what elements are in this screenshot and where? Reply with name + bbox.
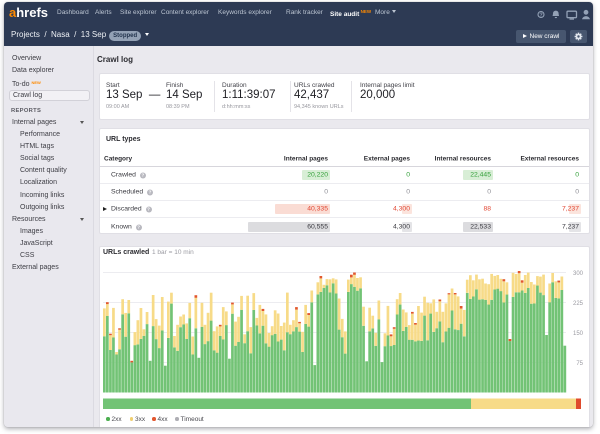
svg-text:225: 225 (573, 301, 584, 307)
svg-text:150: 150 (573, 331, 584, 337)
svg-text:75: 75 (576, 361, 583, 367)
svg-text:?: ? (539, 13, 543, 19)
svg-text:300: 300 (573, 271, 584, 277)
